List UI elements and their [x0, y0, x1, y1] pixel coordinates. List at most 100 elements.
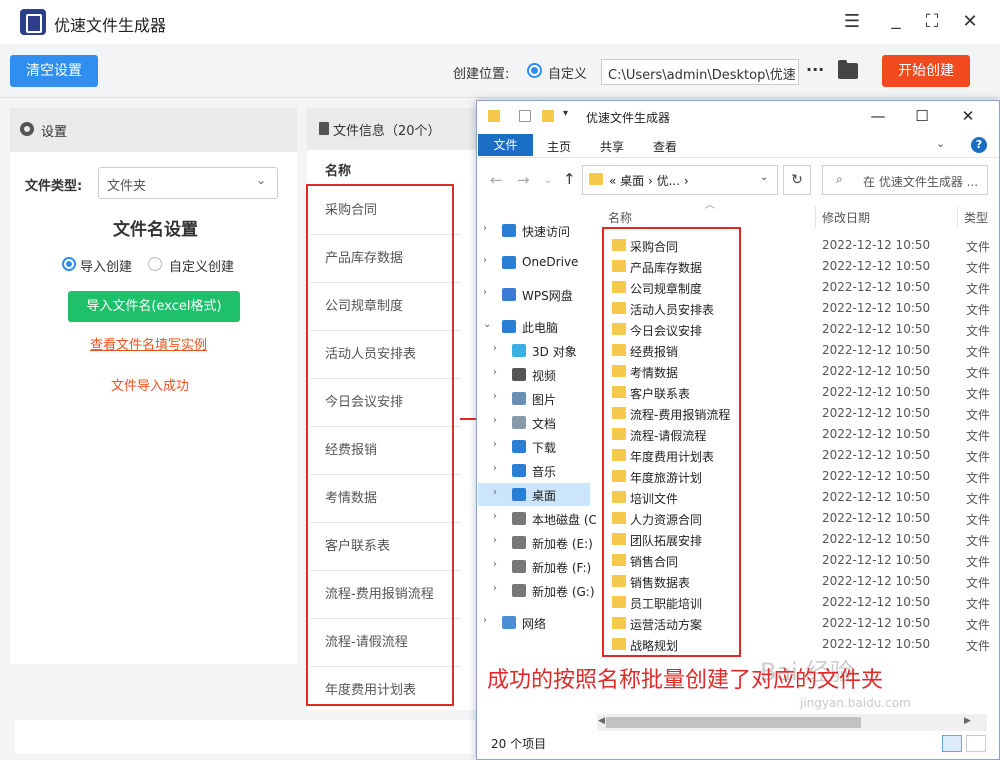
maximize-icon[interactable]: ☐ — [912, 107, 932, 125]
nav-item[interactable]: › 音乐 — [480, 459, 596, 483]
chevron-down-icon[interactable]: ⌄ — [760, 172, 768, 183]
chevron-right-icon[interactable]: › — [493, 487, 497, 498]
nav-item[interactable]: › 3D 对象 — [480, 339, 596, 363]
nav-item[interactable]: › 图片 — [480, 387, 596, 411]
column-name[interactable]: 名称 — [608, 209, 632, 226]
custom-location-label: 自定义 — [548, 67, 588, 82]
file-info-title: 文件信息（20个） — [333, 124, 441, 139]
nav-item[interactable]: › 视频 — [480, 363, 596, 387]
nav-item-label: 本地磁盘 (C — [532, 513, 596, 527]
nav-item[interactable]: › 新加卷 (G:) — [480, 579, 596, 603]
nav-item[interactable]: › 网络 — [480, 611, 596, 635]
column-type[interactable]: 类型 — [964, 209, 988, 226]
nav-item-label: 此电脑 — [522, 321, 559, 335]
tab-view[interactable]: 查看 — [653, 138, 677, 155]
tab-share[interactable]: 共享 — [600, 138, 624, 155]
minimize-icon[interactable]: _ — [884, 8, 908, 32]
large-icons-view-icon[interactable] — [966, 735, 986, 752]
column-divider[interactable] — [957, 206, 958, 228]
folder-icon[interactable] — [838, 60, 858, 79]
start-create-button[interactable]: 开始创建 — [882, 55, 970, 87]
tab-home[interactable]: 主页 — [547, 138, 571, 155]
refresh-icon[interactable]: ↻ — [783, 165, 811, 195]
chevron-right-icon[interactable]: › — [493, 559, 497, 570]
up-icon[interactable]: ↑ — [563, 170, 576, 188]
nav-item[interactable]: › 新加卷 (E:) — [480, 531, 596, 555]
file-type: 文件 — [966, 555, 991, 569]
file-type: 文件 — [966, 639, 991, 653]
scroll-right-icon[interactable]: ▶ — [964, 716, 971, 726]
chevron-right-icon[interactable]: › — [493, 511, 497, 522]
chevron-down-icon[interactable]: ⌄ — [936, 137, 945, 150]
nav-item[interactable]: › 桌面 — [480, 483, 596, 507]
back-icon[interactable]: ← — [490, 171, 503, 189]
column-divider[interactable] — [815, 206, 816, 228]
nav-item[interactable]: › 文档 — [480, 411, 596, 435]
custom-location-radio[interactable] — [527, 63, 542, 78]
chevron-right-icon[interactable]: › — [483, 255, 487, 266]
address-path[interactable]: « 桌面 › 优... › — [609, 172, 689, 189]
chevron-right-icon[interactable]: › — [493, 535, 497, 546]
column-date[interactable]: 修改日期 — [822, 209, 870, 226]
file-type: 文件 — [966, 471, 991, 485]
details-view-icon[interactable] — [942, 735, 962, 752]
nav-item[interactable]: › 本地磁盘 (C — [480, 507, 596, 531]
chevron-right-icon[interactable]: › — [493, 463, 497, 474]
chevron-right-icon[interactable]: › — [483, 223, 487, 234]
name-column-header: 名称 — [325, 164, 352, 179]
import-create-radio[interactable] — [62, 257, 76, 271]
document-icon — [319, 122, 329, 135]
folder-icon — [589, 173, 603, 185]
music-icon — [512, 464, 526, 477]
nav-item[interactable]: › 下载 — [480, 435, 596, 459]
example-link[interactable]: 查看文件名填写实例 — [90, 334, 207, 353]
help-icon[interactable]: ? — [971, 137, 987, 153]
import-filenames-button[interactable]: 导入文件名(excel格式) — [68, 291, 240, 322]
file-date: 2022-12-12 10:50 — [822, 322, 931, 336]
custom-create-radio[interactable] — [148, 257, 162, 271]
file-date: 2022-12-12 10:50 — [822, 595, 931, 609]
chevron-down-icon[interactable]: ⌄ — [483, 319, 491, 330]
explorer-title: 优速文件生成器 — [586, 111, 671, 125]
path-input[interactable]: C:\Users\admin\Desktop\优速 — [601, 59, 799, 85]
tab-file[interactable]: 文件 — [478, 134, 533, 156]
network-icon — [502, 616, 516, 629]
chevron-right-icon[interactable]: › — [493, 415, 497, 426]
chevron-down-icon[interactable]: ⌄ — [544, 175, 552, 186]
file-type-select[interactable]: 文件夹 — [98, 167, 278, 199]
chevron-right-icon[interactable]: › — [493, 583, 497, 594]
clear-settings-button[interactable]: 清空设置 — [10, 55, 98, 87]
menu-icon[interactable]: ☰ — [840, 10, 864, 34]
chevron-right-icon[interactable]: › — [483, 287, 487, 298]
scroll-left-icon[interactable]: ◀ — [598, 716, 605, 726]
chevron-down-icon[interactable]: ▾ — [563, 108, 568, 119]
nav-item-label: 3D 对象 — [532, 345, 577, 359]
file-type: 文件 — [966, 534, 991, 548]
forward-icon[interactable]: → — [517, 171, 530, 189]
nav-item[interactable]: › 快速访问 — [480, 219, 596, 243]
more-options-button[interactable]: ··· — [806, 60, 824, 79]
annotation-caption: 成功的按照名称批量创建了对应的文件夹 — [487, 668, 884, 693]
watermark-url: jingyan.baidu.com — [800, 696, 911, 710]
minimize-icon[interactable]: — — [868, 107, 888, 125]
location-label: 创建位置: — [453, 67, 510, 82]
file-date: 2022-12-12 10:50 — [822, 364, 931, 378]
close-icon[interactable]: ✕ — [958, 10, 982, 34]
nav-item[interactable]: ⌄ 此电脑 — [480, 315, 596, 339]
chevron-right-icon[interactable]: › — [493, 439, 497, 450]
scrollbar-thumb[interactable] — [606, 717, 861, 728]
chevron-right-icon[interactable]: › — [483, 615, 487, 626]
chevron-right-icon[interactable]: › — [493, 391, 497, 402]
file-date: 2022-12-12 10:50 — [822, 259, 931, 273]
nav-item[interactable]: › OneDrive — [480, 251, 596, 275]
nav-item-label: 视频 — [532, 369, 557, 383]
chevron-right-icon[interactable]: › — [493, 343, 497, 354]
gear-icon — [20, 122, 34, 136]
checkbox-icon[interactable] — [519, 110, 531, 122]
maximize-icon[interactable]: ⛶ — [920, 10, 944, 34]
nav-item[interactable]: › WPS网盘 — [480, 283, 596, 307]
chevron-right-icon[interactable]: › — [493, 367, 497, 378]
close-icon[interactable]: ✕ — [958, 107, 978, 125]
nav-item-label: 桌面 — [532, 489, 557, 503]
nav-item[interactable]: › 新加卷 (F:) — [480, 555, 596, 579]
